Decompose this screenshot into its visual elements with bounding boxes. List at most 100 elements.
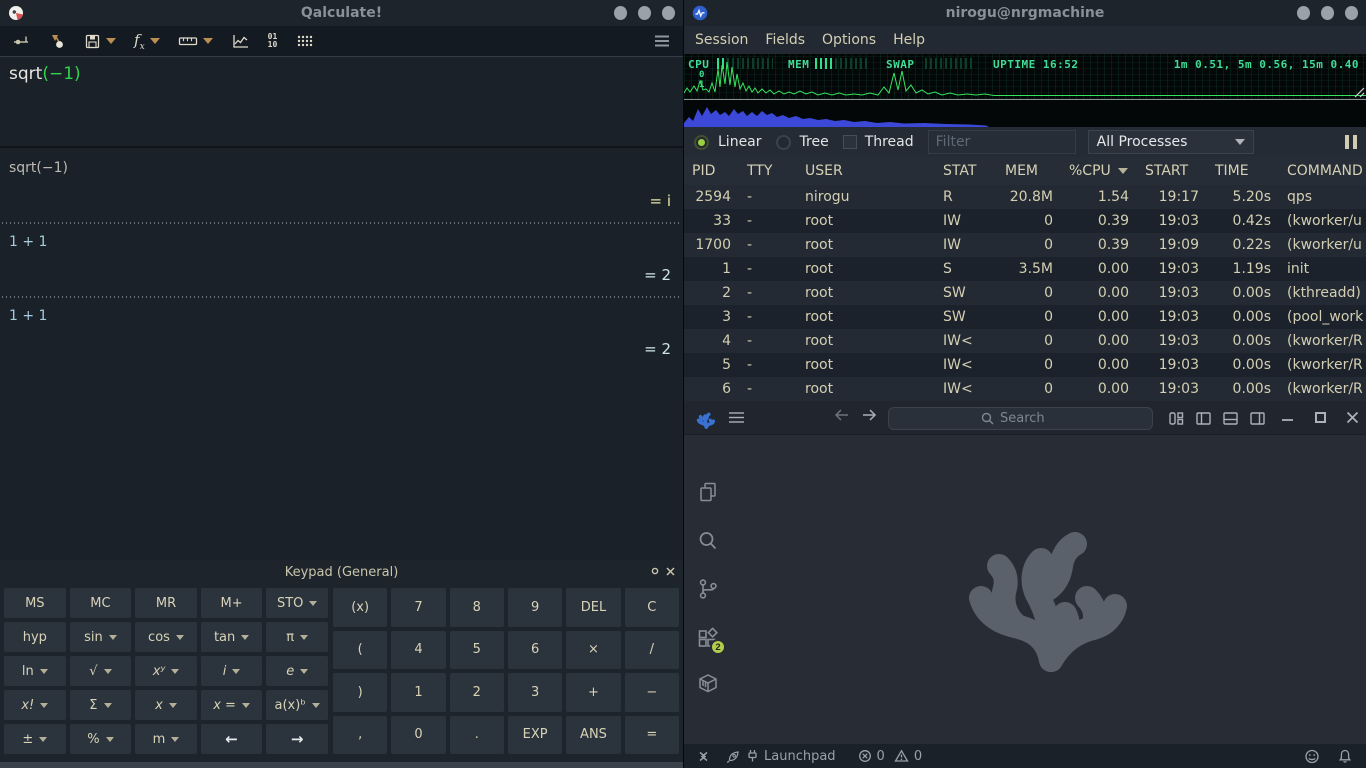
container-explorer-button[interactable] — [696, 672, 720, 696]
toggle-right-sidebar-button[interactable] — [1249, 410, 1266, 427]
keypad-button-8[interactable]: 8 — [450, 588, 504, 627]
customize-layout-button[interactable] — [1168, 410, 1185, 427]
search-button[interactable] — [696, 529, 720, 553]
header-cell-tty[interactable]: TTY — [739, 163, 797, 179]
keypad-button-C[interactable]: C — [625, 588, 679, 627]
keypad-button-([interactable]: ( — [333, 631, 387, 670]
keypad-button-STO[interactable]: STO — [266, 588, 328, 618]
keypad-button-e[interactable]: e — [266, 656, 328, 686]
header-cell-cpu[interactable]: %CPU — [1061, 163, 1137, 179]
process-filter-select[interactable]: All Processes — [1088, 130, 1254, 154]
keypad-button-ln[interactable]: ln — [4, 656, 66, 686]
menu-item-fields[interactable]: Fields — [765, 32, 805, 48]
keypad-button-i[interactable]: i — [201, 656, 263, 686]
table-row[interactable]: 33-rootIW00.3919:030.42s(kworker/u — [684, 209, 1366, 233]
keypad-button-π[interactable]: π — [266, 622, 328, 652]
keypad-button-x![interactable]: x! — [4, 690, 66, 720]
plot-button[interactable] — [229, 28, 252, 54]
minimize-button[interactable] — [1281, 411, 1294, 424]
header-cell-start[interactable]: START — [1137, 163, 1207, 179]
save-button[interactable] — [82, 28, 118, 54]
keypad-button-DEL[interactable]: DEL — [566, 588, 620, 627]
thread-checkbox[interactable] — [843, 135, 857, 149]
keypad-button-,[interactable]: , — [333, 716, 387, 755]
keypad-button-M+[interactable]: M+ — [201, 588, 263, 618]
keypad-button-a(x)ᵇ[interactable]: a(x)ᵇ — [266, 690, 328, 720]
keypad-button-=[interactable]: = — [625, 716, 679, 755]
keypad-button-EXP[interactable]: EXP — [508, 716, 562, 755]
explorer-button[interactable] — [696, 480, 720, 504]
header-cell-mem[interactable]: MEM — [997, 163, 1061, 179]
number-bases-button[interactable]: 01 10 — [266, 28, 280, 54]
history-result[interactable]: = i — [0, 176, 683, 222]
command-center-search[interactable] — [888, 407, 1153, 430]
nav-back-button[interactable] — [834, 408, 850, 422]
close-button[interactable] — [1346, 411, 1359, 424]
units-button[interactable] — [176, 28, 215, 54]
history-expression[interactable]: 1 + 1 — [0, 298, 683, 324]
keypad-button-xʸ[interactable]: xʸ — [135, 656, 197, 686]
table-row[interactable]: 6-rootIW<00.0019:030.00s(kworker/R — [684, 377, 1366, 401]
toggle-panel-button[interactable] — [1222, 410, 1239, 427]
keypad-button-5[interactable]: 5 — [450, 631, 504, 670]
insert-variable-button[interactable] — [46, 28, 68, 54]
table-row[interactable]: 1-rootS3.5M0.0019:031.19sinit — [684, 257, 1366, 281]
window-dot-icon[interactable] — [1321, 6, 1334, 20]
keypad-button-hyp[interactable]: hyp — [4, 622, 66, 652]
mode-button[interactable] — [10, 28, 32, 54]
history-expression[interactable]: 1 + 1 — [0, 224, 683, 250]
expression-input-area[interactable]: sqrt(−1) — [0, 56, 683, 148]
keypad-button-MR[interactable]: MR — [135, 588, 197, 618]
table-row[interactable]: 1700-rootIW00.3919:090.22s(kworker/u — [684, 233, 1366, 257]
menu-item-help[interactable]: Help — [893, 32, 925, 48]
keypad-detach-button[interactable] — [651, 567, 659, 575]
extensions-button[interactable]: 2 — [696, 627, 720, 651]
keypad-button-ANS[interactable]: ANS — [566, 716, 620, 755]
history-result[interactable]: = 2 — [0, 324, 683, 370]
problems-status-item[interactable]: 0 0 — [858, 749, 923, 764]
keypad-button-1[interactable]: 1 — [391, 673, 445, 712]
table-row[interactable]: 2-rootSW00.0019:030.00s(kthreadd) — [684, 281, 1366, 305]
keypad-button-/[interactable]: / — [625, 631, 679, 670]
keypad-button-MS[interactable]: MS — [4, 588, 66, 618]
keypad-button-x =[interactable]: x = — [201, 690, 263, 720]
remote-indicator[interactable] — [696, 750, 710, 763]
keypad-button-.[interactable]: . — [450, 716, 504, 755]
keypad-button-×[interactable]: × — [566, 631, 620, 670]
keypad-button-√[interactable]: √ — [70, 656, 132, 686]
keypad-button-Σ[interactable]: Σ — [70, 690, 132, 720]
keypad-button-9[interactable]: 9 — [508, 588, 562, 627]
table-row[interactable]: 5-rootIW<00.0019:030.00s(kworker/R — [684, 353, 1366, 377]
toggle-left-sidebar-button[interactable] — [1195, 410, 1212, 427]
search-input[interactable] — [1000, 411, 1060, 426]
keypad-button-x[interactable]: x — [135, 690, 197, 720]
keypad-toggle-button[interactable] — [293, 28, 315, 54]
pause-button[interactable] — [1345, 135, 1357, 149]
launchpad-status-item[interactable]: Launchpad — [726, 749, 836, 764]
hamburger-menu-button[interactable] — [651, 28, 673, 54]
window-dot-icon[interactable] — [614, 6, 627, 20]
window-dot-icon[interactable] — [1345, 6, 1358, 20]
history-entry[interactable]: 1 + 1= 2 — [0, 224, 683, 296]
header-cell-command[interactable]: COMMAND — [1279, 163, 1366, 179]
window-dot-icon[interactable] — [1297, 6, 1310, 20]
keypad-button-%[interactable]: % — [70, 724, 132, 754]
menu-item-options[interactable]: Options — [822, 32, 876, 48]
keypad-button-sin[interactable]: sin — [70, 622, 132, 652]
table-row[interactable]: 3-rootSW00.0019:030.00s(pool_work — [684, 305, 1366, 329]
keypad-button-4[interactable]: 4 — [391, 631, 445, 670]
filter-input[interactable] — [928, 130, 1076, 154]
nav-forward-button[interactable] — [861, 408, 877, 422]
keypad-button-2[interactable]: 2 — [450, 673, 504, 712]
keypad-button-)[interactable]: ) — [333, 673, 387, 712]
keypad-button-±[interactable]: ± — [4, 724, 66, 754]
window-dot-icon[interactable] — [662, 6, 675, 20]
header-cell-pid[interactable]: PID — [684, 163, 739, 179]
maximize-button[interactable] — [1314, 411, 1327, 424]
editor-menu-button[interactable] — [728, 410, 745, 425]
keypad-button-(x)[interactable]: (x) — [333, 588, 387, 627]
feedback-button[interactable] — [1304, 749, 1320, 764]
keypad-button-m[interactable]: m — [135, 724, 197, 754]
menu-item-session[interactable]: Session — [695, 32, 748, 48]
keypad-button-←[interactable]: ← — [201, 724, 263, 754]
